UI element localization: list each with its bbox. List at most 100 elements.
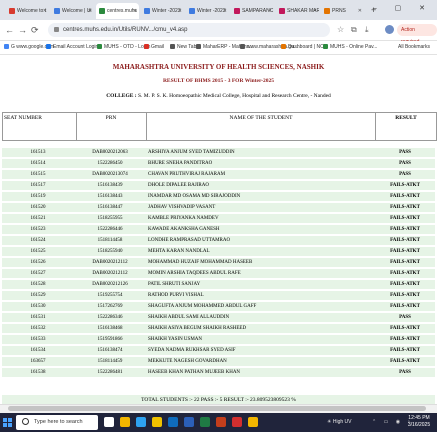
table-row: 161520 1516138447 JADHAV VISHVADIP VASANT F… <box>2 203 435 213</box>
browser-tab[interactable]: Welcome | Ui ✕ <box>51 3 94 19</box>
seat-number-cell: 161527 <box>30 271 46 276</box>
browser-tab[interactable]: SHAKAR MAR ✕ <box>276 3 319 19</box>
tab-title: Winter -2023 <box>152 8 181 14</box>
mail-icon[interactable] <box>168 417 178 427</box>
browser-tab[interactable]: SAMPARANC ✕ <box>231 3 274 19</box>
tab-close-icon[interactable]: ✕ <box>313 3 317 19</box>
student-name-cell: ARSHIYA ANJUM SYED TAMIZUDDIN <box>148 150 235 155</box>
result-cell: PASS <box>399 370 411 375</box>
back-arrow-icon[interactable]: ← <box>5 24 14 36</box>
acrobat-icon[interactable] <box>232 417 242 427</box>
bookmark-item[interactable]: Dashboard | NCH <box>281 43 327 52</box>
prn-cell: DAB0020212126 <box>92 282 128 287</box>
bookmark-label: MUHS - Online Pav... <box>330 44 378 50</box>
student-name-cell: INAMDAR MD OSAMA MD SIRAJODDIN <box>148 194 241 199</box>
tab-close-icon[interactable]: ✕ <box>358 3 362 19</box>
tab-close-icon[interactable]: ✕ <box>43 3 47 19</box>
window-controls[interactable]: – ▢ ✕ <box>373 4 433 12</box>
tab-close-icon[interactable]: ✕ <box>133 3 137 19</box>
bookmark-item[interactable]: New Tab <box>170 43 196 52</box>
bookmark-item[interactable]: MUHS - OTD - Login <box>97 43 150 52</box>
address-bar[interactable]: centres.muhs.edu.in/Utils/RUNV.../cmu_v4… <box>48 23 330 37</box>
bookmark-icon <box>196 44 201 50</box>
bookmark-item[interactable]: MUHS - Online Pav... <box>323 43 377 52</box>
excel-icon[interactable] <box>200 417 210 427</box>
prn-cell: 1516138443 <box>97 194 123 199</box>
browser-tab[interactable]: Winter -2023 ✕ <box>186 3 229 19</box>
download-icon[interactable]: ⤓ <box>365 25 369 35</box>
chrome-icon[interactable] <box>120 417 130 427</box>
table-row: 161530 1517262769 SHAGUFTA ANJUM MOHAMMED … <box>2 302 435 312</box>
result-cell: FAILS-ATKT <box>390 293 420 298</box>
tab-close-icon[interactable]: ✕ <box>178 3 182 19</box>
tab-close-icon[interactable]: ✕ <box>268 3 272 19</box>
file-explorer-icon[interactable] <box>152 417 162 427</box>
student-name-cell: CHAVAN PRUTHVIRAJ RAJARAM <box>148 172 226 177</box>
prn-cell: DAB0020212112 <box>92 271 128 276</box>
tab-title: Welcome to t <box>17 8 47 14</box>
horizontal-scrollbar[interactable] <box>0 404 437 413</box>
seat-number-cell: 161529 <box>30 293 46 298</box>
browser-tab[interactable]: Welcome to t ✕ <box>6 3 49 19</box>
college-line: COLLEGE : S. M. P. S. K. Homoeopathic Me… <box>0 93 437 99</box>
reload-icon[interactable]: ⟳ <box>31 24 39 36</box>
edge-icon[interactable] <box>136 417 146 427</box>
result-cell: FAILS-ATKT <box>390 271 420 276</box>
chrome-2-icon[interactable] <box>248 417 258 427</box>
clock-time: 12:45 PM <box>408 415 430 421</box>
word-icon[interactable] <box>184 417 194 427</box>
seat-number-cell: 161524 <box>30 238 46 243</box>
tab-favicon-icon <box>234 7 240 14</box>
prn-cell: 1516138447 <box>97 205 123 210</box>
student-name-cell: MEHTA KARAN NANDLAL <box>148 249 210 254</box>
browser-tab[interactable]: PRNS ✕ <box>321 3 364 19</box>
prn-cell: 1522286450 <box>97 161 123 166</box>
prn-cell: 1517262769 <box>97 304 123 309</box>
prn-cell: 1522286446 <box>97 227 123 232</box>
table-row: 161517 1516138439 DHOLE DIPALEE BAJIRAO FAI… <box>2 181 435 191</box>
browser-tab[interactable]: Winter -2023 ✕ <box>141 3 184 19</box>
bookmark-star-icon[interactable]: ☆ <box>337 25 344 35</box>
bookmark-item[interactable]: Gmail <box>144 43 164 52</box>
table-row: 163657 1518114459 MEKKUTE NAGESH GOVARDHAN… <box>2 357 435 367</box>
college-label: COLLEGE : <box>106 93 137 99</box>
result-cell: FAILS-ATKT <box>390 227 420 232</box>
site-info-icon[interactable] <box>54 26 59 32</box>
taskbar-clock[interactable]: 12:45 PM 3/16/2025 <box>404 415 434 429</box>
powerpoint-icon[interactable] <box>216 417 226 427</box>
student-name-cell: KAWADE AKANKSHA GANESH <box>148 227 220 232</box>
table-row: 161513 DAB0020212063 ARSHIYA ANJUM SYED TA… <box>2 148 435 158</box>
tab-close-icon[interactable]: ✕ <box>88 3 92 19</box>
table-row: 161527 DAB0020212112 MOMIN ARSHIA TAQDEES … <box>2 269 435 279</box>
action-required-button[interactable]: Action required <box>397 24 437 45</box>
profile-avatar[interactable] <box>385 25 394 34</box>
university-heading: MAHARASHTRA UNIVERSITY OF HEALTH SCIENCE… <box>112 63 325 71</box>
seat-number-cell: 161519 <box>30 194 46 199</box>
bookmark-icon <box>170 44 175 50</box>
student-name-cell: SHAIKH ABDUL SAMI ALLAUDDIN <box>148 315 230 320</box>
tab-close-icon[interactable]: ✕ <box>223 3 227 19</box>
windows-start-icon[interactable] <box>3 418 12 427</box>
college-name: S. M. P. S. K. Homoeopathic Medical Coll… <box>138 93 331 99</box>
table-row: 161534 1516138474 SYEDA NADMA RUKHSAR SYED… <box>2 346 435 356</box>
tab-favicon-icon <box>54 7 60 14</box>
table-row: 161524 1518114458 LONDHE RAMPRASAD UTTAMRA… <box>2 236 435 246</box>
bookmark-item[interactable]: Email Account Login <box>46 43 98 52</box>
seat-number-cell: 161532 <box>30 326 46 331</box>
all-bookmarks-button[interactable]: All Bookmarks <box>398 43 430 52</box>
bookmark-icon <box>46 44 51 50</box>
prn-cell: 1516138468 <box>97 326 123 331</box>
forward-arrow-icon[interactable]: → <box>18 24 27 36</box>
table-row: 161538 1522286481 HASEEB KHAN PATHAN MUJEE… <box>2 368 435 378</box>
result-cell: PASS <box>399 315 411 320</box>
student-name-cell: SHAIKH YASIN USMAN <box>148 337 202 342</box>
scrollbar-thumb[interactable] <box>8 406 426 411</box>
taskbar-search-box[interactable]: Type here to search <box>16 415 98 430</box>
browser-tab[interactable]: centres.muhs ✕ <box>96 3 139 19</box>
result-cell: FAILS-ATKT <box>390 304 420 309</box>
weather-widget[interactable]: ☀ High UV <box>327 418 352 427</box>
seat-number-header: SEAT NUMBER <box>3 113 77 140</box>
task-view-icon[interactable] <box>104 417 114 427</box>
result-cell: PASS <box>399 172 411 177</box>
extensions-icon[interactable]: ⧉ <box>351 25 357 35</box>
